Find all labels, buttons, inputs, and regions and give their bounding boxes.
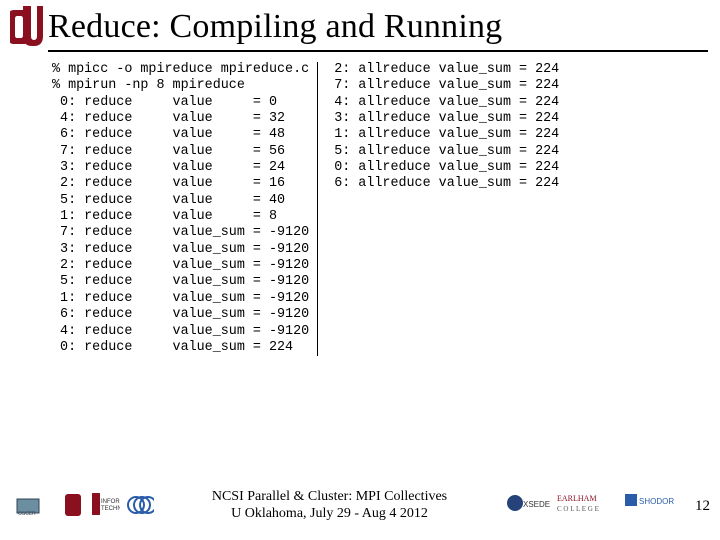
out-left-3: 7: reduce value = 56 <box>52 144 285 159</box>
out-left-0: 0: reduce value = 0 <box>52 95 277 110</box>
out-left-1: 4: reduce value = 32 <box>52 111 285 126</box>
svg-text:TECHNOLOGY: TECHNOLOGY <box>101 506 120 512</box>
out-right-0: 2: allreduce value_sum = 224 <box>326 62 559 77</box>
out-right-2: 4: allreduce value_sum = 224 <box>326 95 559 110</box>
footer-logos-left: OSCER INFORMATION TECHNOLOGY <box>0 489 154 524</box>
ouit-logo-icon: INFORMATION TECHNOLOGY <box>90 489 120 524</box>
footer-caption: NCSI Parallel & Cluster: MPI Collectives… <box>154 489 505 523</box>
earlham-logo-icon: EARLHAM C O L L E G E <box>557 491 617 522</box>
footer-line2: U Oklahoma, July 29 - Aug 4 2012 <box>154 506 505 523</box>
svg-text:XSEDE: XSEDE <box>523 500 550 509</box>
out-right-7: 6: allreduce value_sum = 224 <box>326 176 559 191</box>
out-left-4: 3: reduce value = 24 <box>52 160 285 175</box>
out-left-10: 2: reduce value_sum = -9120 <box>52 258 309 273</box>
out-left-15: 0: reduce value_sum = 224 <box>52 340 293 355</box>
out-left-12: 1: reduce value_sum = -9120 <box>52 291 309 306</box>
footer: OSCER INFORMATION TECHNOLOGY <box>0 480 720 532</box>
out-left-7: 1: reduce value = 8 <box>52 209 277 224</box>
out-left-6: 5: reduce value = 40 <box>52 193 285 208</box>
out-right-1: 7: allreduce value_sum = 224 <box>326 78 559 93</box>
out-left-9: 3: reduce value_sum = -9120 <box>52 242 309 257</box>
ou-logo-icon <box>10 6 44 48</box>
oscer-logo-icon: OSCER <box>16 491 56 524</box>
out-right-5: 5: allreduce value_sum = 224 <box>326 144 559 159</box>
footer-logos-right: XSEDE EARLHAM C O L L E G E SHODOR <box>505 491 687 522</box>
out-left-2: 6: reduce value = 48 <box>52 127 285 142</box>
out-right-4: 1: allreduce value_sum = 224 <box>326 127 559 142</box>
slide: Reduce: Compiling and Running % mpicc -o… <box>0 0 720 540</box>
out-left-11: 5: reduce value_sum = -9120 <box>52 274 309 289</box>
svg-text:SHODOR: SHODOR <box>639 497 674 506</box>
title-row: Reduce: Compiling and Running <box>0 0 720 48</box>
terminal-col-left: % mpicc -o mpireduce mpireduce.c % mpiru… <box>52 62 318 356</box>
terminal-col-right: 2: allreduce value_sum = 224 7: allreduc… <box>318 62 559 356</box>
cmd-run: % mpirun -np 8 mpireduce <box>52 78 245 93</box>
svg-text:EARLHAM: EARLHAM <box>557 494 597 503</box>
out-left-8: 7: reduce value_sum = -9120 <box>52 225 309 240</box>
ccc-logo-icon <box>126 491 154 524</box>
out-right-3: 3: allreduce value_sum = 224 <box>326 111 559 126</box>
cmd-compile: % mpicc -o mpireduce mpireduce.c <box>52 62 309 77</box>
slide-title: Reduce: Compiling and Running <box>48 8 502 46</box>
svg-text:C O L L E G E: C O L L E G E <box>557 505 599 513</box>
page-number: 12 <box>687 498 720 515</box>
svg-text:INFORMATION: INFORMATION <box>101 499 120 505</box>
svg-text:OSCER: OSCER <box>18 511 36 517</box>
xsede-logo-icon: XSEDE <box>505 491 551 522</box>
out-right-6: 0: allreduce value_sum = 224 <box>326 160 559 175</box>
out-left-13: 6: reduce value_sum = -9120 <box>52 307 309 322</box>
terminal-output: % mpicc -o mpireduce mpireduce.c % mpiru… <box>0 52 720 356</box>
out-left-5: 2: reduce value = 16 <box>52 176 285 191</box>
footer-line1: NCSI Parallel & Cluster: MPI Collectives <box>154 489 505 506</box>
out-left-14: 4: reduce value_sum = -9120 <box>52 324 309 339</box>
ou-small-logo-icon <box>62 491 84 524</box>
shodor-logo-icon: SHODOR <box>623 491 675 522</box>
